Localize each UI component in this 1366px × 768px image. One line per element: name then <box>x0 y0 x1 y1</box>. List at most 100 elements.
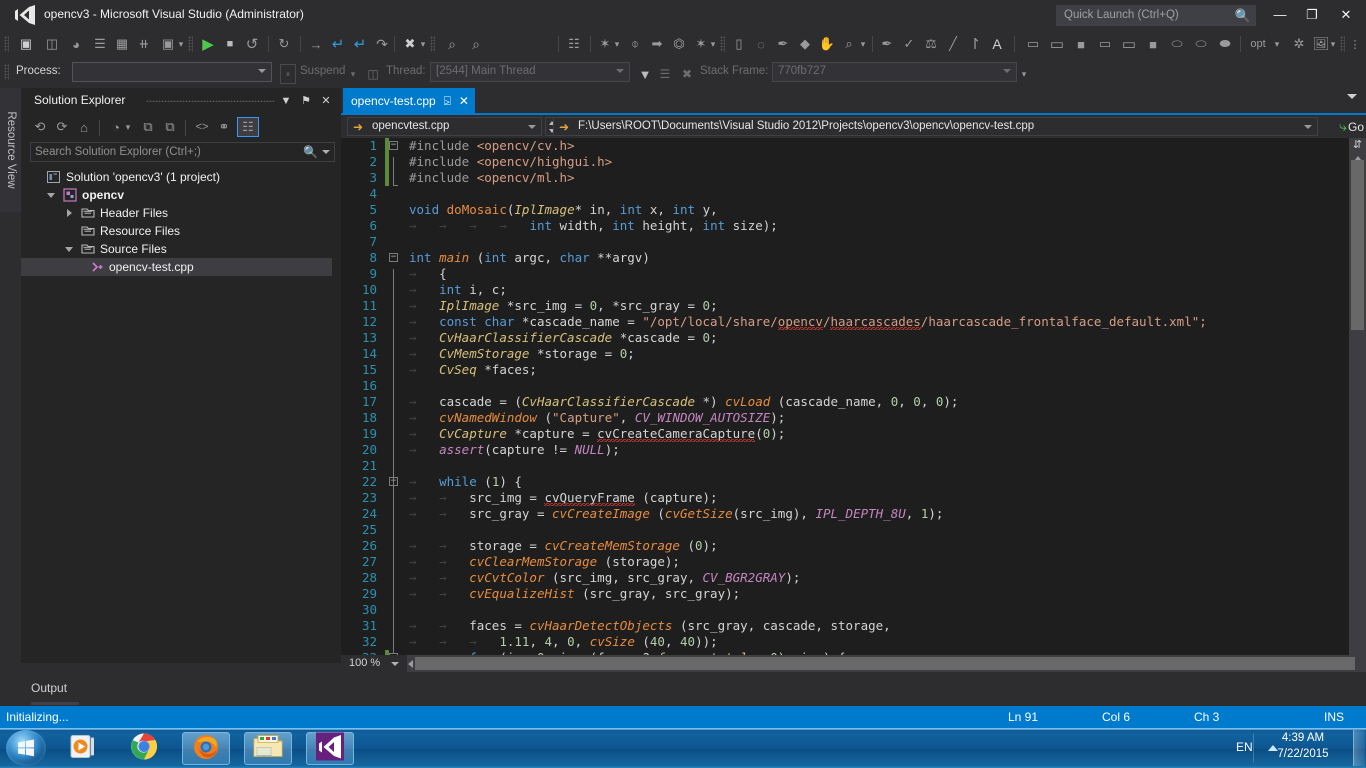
chevron-down-icon[interactable]: ▾ <box>612 34 622 54</box>
show-next-statement-icon[interactable]: → <box>304 34 328 54</box>
pencil-icon[interactable]: ✒ <box>772 34 794 54</box>
rect-filled-icon[interactable]: ■ <box>1070 34 1092 54</box>
chevron-down-icon[interactable] <box>1003 69 1011 73</box>
chevron-down-icon[interactable] <box>322 150 330 154</box>
zoom-out-icon[interactable]: ⌕ <box>464 34 488 54</box>
expand-arrow-right-icon[interactable] <box>64 204 74 222</box>
scrollbar-thumb[interactable] <box>415 657 1355 670</box>
start-debugging-icon[interactable]: ▶ <box>196 34 220 54</box>
chevron-down-icon[interactable] <box>1347 94 1357 99</box>
start-orb[interactable] <box>6 730 46 766</box>
pin-tool-icon[interactable]: ➡ <box>646 34 668 54</box>
code-line[interactable]: 13 → CvHaarClassifierCascade *cascade = 0… <box>341 330 1349 346</box>
spray-icon[interactable]: ⚖ <box>920 34 942 54</box>
split-view-icon[interactable]: ⇵ <box>1351 138 1364 152</box>
fold-collapse-icon[interactable]: − <box>389 253 398 262</box>
code-line[interactable]: 7 <box>341 234 1349 250</box>
fold-collapse-icon[interactable]: − <box>389 141 398 150</box>
show-threads-icon[interactable]: ◫ <box>40 34 64 54</box>
toolbar-overflow-icon[interactable]: ▾ <box>418 34 428 54</box>
text-tool-icon[interactable]: A <box>986 34 1008 54</box>
code-line[interactable]: 30 <box>341 602 1349 618</box>
sync-with-active-document-button[interactable]: ⧉ <box>137 117 159 137</box>
taskbar-mozilla-firefox[interactable] <box>182 732 230 765</box>
code-editor[interactable]: 1 − #include <opencv/cv.h> 2 #include <openc… <box>341 138 1366 663</box>
hand-tool-icon[interactable]: ✋ <box>816 34 838 54</box>
code-line[interactable]: 22−→ while (1) { <box>341 474 1349 490</box>
ellipse-outline-icon[interactable]: ⬭ <box>1166 34 1188 54</box>
show-all-files-button[interactable]: <> <box>191 117 213 137</box>
code-line[interactable]: 4 <box>341 186 1349 202</box>
rect-outline2-icon[interactable]: ▭ <box>1046 34 1068 54</box>
tree-item-project-opencv[interactable]: opencv <box>30 186 341 204</box>
code-line[interactable]: 20 → assert(capture != NULL); <box>341 442 1349 458</box>
code-line[interactable]: 18 → cvNamedWindow ("Capture", CV_WINDOW_… <box>341 410 1349 426</box>
chevron-down-icon[interactable] <box>1304 125 1312 129</box>
toolbar-overflow-icon[interactable]: ▾ <box>708 34 718 54</box>
toolbar-overflow-icon[interactable]: ▾ <box>1328 34 1338 54</box>
toolbar-grip[interactable] <box>188 36 193 52</box>
tree-item-source-files[interactable]: Source Files <box>30 240 341 258</box>
search-icon[interactable]: 🔍 <box>303 145 318 159</box>
code-line[interactable]: 29 → → cvEqualizeHist (src_gray, src_gray… <box>341 586 1349 602</box>
nav-member-combo[interactable]: ➜ F:\Users\ROOT\Documents\Visual Studio … <box>553 117 1318 136</box>
stop-debugging-icon[interactable]: ■ <box>218 34 242 54</box>
code-line[interactable]: 14 → CvMemStorage *storage = 0; <box>341 346 1349 362</box>
toolbar-options-icon[interactable]: ⋮ <box>1344 34 1366 54</box>
code-line[interactable]: 16 <box>341 378 1349 394</box>
code-line[interactable]: 23 → → src_img = cvQueryFrame (capture); <box>341 490 1349 508</box>
tree-item-opencv-test-cpp[interactable]: opencv-test.cpp <box>21 258 332 276</box>
pin-icon[interactable]: ⍄ <box>444 94 451 109</box>
toolbar-grip[interactable] <box>430 36 435 52</box>
code-line[interactable]: 1 − #include <opencv/cv.h> <box>341 138 1349 154</box>
panel-dropdown-button[interactable]: ▼ <box>277 92 295 110</box>
code-line[interactable]: 25 <box>341 522 1349 538</box>
language-indicator[interactable]: EN <box>1236 740 1253 754</box>
toolbar-overflow-icon[interactable]: ▾ <box>1018 64 1030 84</box>
zoom-level-combo[interactable]: 100 % <box>345 655 405 672</box>
code-line[interactable]: 19 → CvCapture *capture = cvCreateCameraC… <box>341 426 1349 444</box>
nav-type-combo[interactable]: ➜ opencvtest.cpp <box>347 117 542 136</box>
chevron-down-icon[interactable]: ▾ <box>123 117 133 137</box>
chevron-down-icon[interactable] <box>616 69 624 73</box>
close-button[interactable]: ✕ <box>1330 0 1362 30</box>
expand-arrow-down-icon[interactable] <box>46 186 56 204</box>
rounded-rect2-icon[interactable]: ▭ <box>1118 34 1140 54</box>
output-pane[interactable]: Output <box>0 672 1366 706</box>
taskbar-visual-studio[interactable] <box>306 732 354 765</box>
refresh-button[interactable]: ⧉ <box>159 117 181 137</box>
code-line[interactable]: 28 → → cvCvtColor (src_img, src_gray, CV_… <box>341 570 1349 586</box>
code-line[interactable]: 15 → CvSeq *faces; <box>341 362 1349 378</box>
show-breakpoints-icon[interactable]: ⧺ <box>132 34 156 54</box>
chevron-down-icon[interactable] <box>258 69 266 73</box>
taskbar-windows-media-player[interactable] <box>60 732 108 765</box>
resource-view-tab[interactable]: Resource View <box>0 88 21 212</box>
eraser-tool-icon[interactable]: ⌽ <box>624 34 646 54</box>
code-line[interactable]: 31 → → faces = cvHaarDetectObjects (src_g… <box>341 618 1349 634</box>
preview-selected-items-button[interactable]: ☷ <box>237 117 259 137</box>
navigate-back-button[interactable]: ⟲ <box>29 117 51 137</box>
chevron-down-icon[interactable] <box>528 125 536 129</box>
brush-icon[interactable]: ✒ <box>876 34 898 54</box>
code-lines-container[interactable]: 1 − #include <opencv/cv.h> 2 #include <openc… <box>341 138 1349 655</box>
tree-item-header-files[interactable]: Header Files <box>30 204 341 222</box>
thread-combo[interactable]: [2544] Main Thread <box>430 62 630 82</box>
tree-item-resource-files[interactable]: Resource Files <box>30 222 341 240</box>
code-line[interactable]: 9 → { <box>341 266 1349 282</box>
funnel-icon[interactable]: ▼ <box>636 64 654 84</box>
chevron-down-icon[interactable]: ▾ <box>1272 34 1282 54</box>
step-over-icon[interactable]: ↵ <box>348 34 372 54</box>
lasso-icon[interactable]: ◌ <box>750 34 772 54</box>
code-line[interactable]: 32 → → → 1.11, 4, 0, cvSize (40, 40)); <box>341 634 1349 650</box>
code-line[interactable]: 11 → IplImage *src_img = 0, *src_gray = 0… <box>341 298 1349 314</box>
show-watch-icon[interactable]: ▦ <box>110 34 134 54</box>
code-line[interactable]: 17 → cascade = (CvHaarClassifierCascade *… <box>341 394 1349 410</box>
close-icon[interactable]: ✕ <box>459 94 469 108</box>
home-button[interactable]: ⌂ <box>73 117 95 137</box>
code-line[interactable]: 10 → int i, c; <box>341 282 1349 298</box>
expand-arrow-down-icon[interactable] <box>64 240 74 258</box>
rect-solid-icon[interactable]: ■ <box>1142 34 1164 54</box>
show-processes-icon[interactable]: ◕ <box>64 34 88 54</box>
quick-launch-box[interactable]: Quick Launch (Ctrl+Q) 🔍 <box>1056 5 1256 26</box>
line-tool-icon[interactable]: ╱ <box>942 34 964 54</box>
